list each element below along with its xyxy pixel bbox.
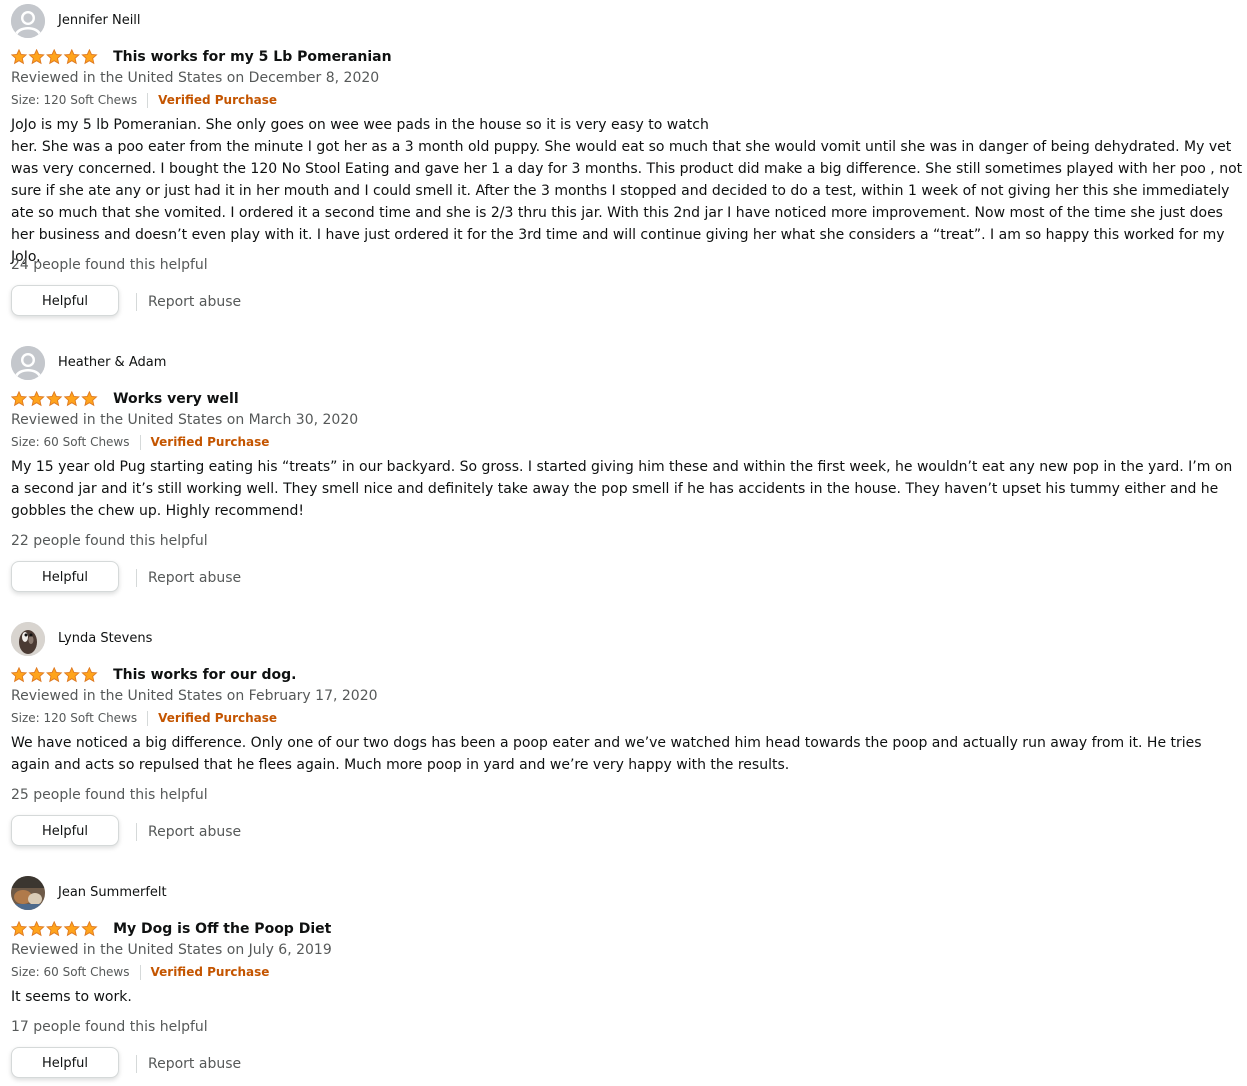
reviewer-profile[interactable]: Heather & Adam: [11, 346, 1247, 380]
default-avatar-icon: [11, 346, 45, 380]
reviewer-name[interactable]: Jennifer Neill: [58, 13, 141, 29]
star-rating[interactable]: [11, 920, 99, 937]
review-title-row: Works very well: [11, 388, 239, 408]
divider: [139, 435, 141, 450]
star-icon: [28, 48, 45, 64]
default-avatar-icon: [11, 4, 45, 38]
review-format-strip: Size: 120 Soft Chews Verified Purchase: [11, 711, 277, 726]
helpful-button[interactable]: Helpful: [11, 285, 119, 316]
review-date: Reviewed in the United States on Decembe…: [11, 70, 380, 86]
star-icon: [11, 920, 28, 936]
star-icon: [11, 666, 28, 682]
star-icon: [28, 390, 45, 406]
reviewer-name[interactable]: Heather & Adam: [58, 355, 166, 371]
star-icon: [81, 48, 98, 64]
divider: [147, 711, 149, 726]
star-icon: [11, 48, 28, 64]
star-icon: [11, 390, 28, 406]
review-item: Lynda Stevens This works for our dog. Re…: [11, 622, 1247, 846]
star-rating[interactable]: [11, 390, 99, 407]
star-icon: [46, 920, 63, 936]
star-rating[interactable]: [11, 48, 99, 65]
review-text: It seems to work.: [11, 989, 132, 1005]
review-format-strip: Size: 60 Soft Chews Verified Purchase: [11, 435, 269, 450]
review-item: Jennifer Neill This works for my 5 Lb Po…: [11, 4, 1247, 316]
review-format-strip: Size: 60 Soft Chews Verified Purchase: [11, 965, 269, 980]
dog-photo-avatar: [11, 622, 45, 656]
review-title[interactable]: This works for our dog.: [113, 666, 296, 684]
star-icon: [81, 390, 98, 406]
variant-size[interactable]: Size: 120 Soft Chews: [11, 93, 137, 107]
verified-purchase-badge: Verified Purchase: [158, 93, 278, 107]
review-title[interactable]: This works for my 5 Lb Pomeranian: [113, 48, 392, 66]
reviewer-profile[interactable]: Jean Summerfelt: [11, 876, 1247, 910]
divider: [136, 823, 137, 841]
helpful-count: 24 people found this helpful: [11, 257, 208, 273]
reviewer-name[interactable]: Lynda Stevens: [58, 631, 152, 647]
reviewer-name[interactable]: Jean Summerfelt: [58, 885, 167, 901]
verified-purchase-badge: Verified Purchase: [150, 965, 270, 979]
review-format-strip: Size: 120 Soft Chews Verified Purchase: [11, 93, 277, 108]
report-abuse-link[interactable]: Report abuse: [148, 293, 241, 311]
review-date: Reviewed in the United States on July 6,…: [11, 942, 332, 958]
helpful-button[interactable]: Helpful: [11, 815, 119, 846]
report-abuse-link[interactable]: Report abuse: [148, 823, 241, 841]
reviewer-profile[interactable]: Lynda Stevens: [11, 622, 1247, 656]
review-date: Reviewed in the United States on Februar…: [11, 688, 378, 704]
divider: [147, 93, 149, 108]
variant-size[interactable]: Size: 60 Soft Chews: [11, 965, 130, 979]
divider: [136, 569, 137, 587]
star-icon: [81, 920, 98, 936]
verified-purchase-badge: Verified Purchase: [150, 435, 270, 449]
variant-size[interactable]: Size: 120 Soft Chews: [11, 711, 137, 725]
review-text: My 15 year old Pug starting eating his “…: [11, 459, 1233, 519]
star-icon: [63, 390, 80, 406]
star-icon: [46, 666, 63, 682]
star-icon: [28, 666, 45, 682]
star-icon: [46, 390, 63, 406]
star-icon: [28, 920, 45, 936]
review-text: JoJo is my 5 lb Pomeranian. She only goe…: [11, 117, 1243, 265]
star-icon: [63, 920, 80, 936]
review-title-row: This works for our dog.: [11, 664, 296, 684]
review-title-row: This works for my 5 Lb Pomeranian: [11, 46, 392, 66]
helpful-button[interactable]: Helpful: [11, 1047, 119, 1078]
review-date: Reviewed in the United States on March 3…: [11, 412, 359, 428]
star-icon: [81, 666, 98, 682]
variant-size[interactable]: Size: 60 Soft Chews: [11, 435, 130, 449]
review-text: We have noticed a big difference. Only o…: [11, 735, 1202, 773]
review-title-row: My Dog is Off the Poop Diet: [11, 918, 331, 938]
report-abuse-link[interactable]: Report abuse: [148, 1055, 241, 1073]
helpful-count: 17 people found this helpful: [11, 1019, 208, 1035]
reviewer-profile[interactable]: Jennifer Neill: [11, 4, 1247, 38]
divider: [139, 965, 141, 980]
helpful-button[interactable]: Helpful: [11, 561, 119, 592]
divider: [136, 293, 137, 311]
review-item: Heather & Adam Works very well Reviewed …: [11, 346, 1247, 592]
helpful-count: 25 people found this helpful: [11, 787, 208, 803]
photo-avatar: [11, 876, 45, 910]
review-title[interactable]: My Dog is Off the Poop Diet: [113, 920, 331, 938]
verified-purchase-badge: Verified Purchase: [158, 711, 278, 725]
helpful-count: 22 people found this helpful: [11, 533, 208, 549]
report-abuse-link[interactable]: Report abuse: [148, 569, 241, 587]
star-icon: [63, 666, 80, 682]
review-item: Jean Summerfelt My Dog is Off the Poop D…: [11, 876, 1247, 1078]
star-icon: [46, 48, 63, 64]
star-icon: [63, 48, 80, 64]
review-title[interactable]: Works very well: [113, 390, 239, 408]
star-rating[interactable]: [11, 666, 99, 683]
divider: [136, 1055, 137, 1073]
